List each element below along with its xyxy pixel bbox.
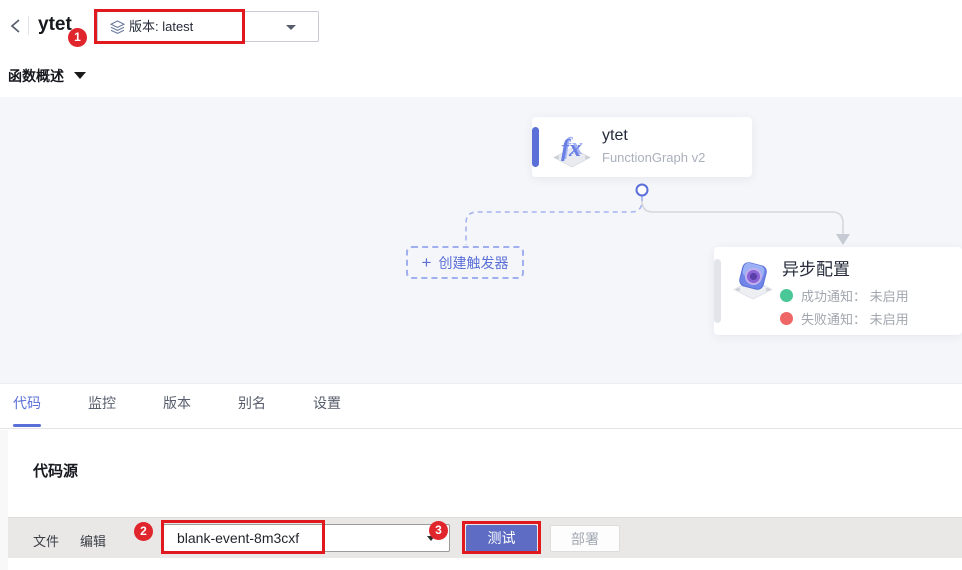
test-event-select[interactable]: blank-event-8m3cxf: [163, 524, 450, 552]
functiongraph-console: ytet 版本: latest 函数概述 fx fx ytet Function…: [0, 0, 962, 570]
code-panel: 代码源 文件 编辑 blank-event-8m3cxf 测试 部署: [8, 430, 962, 570]
version-dropdown[interactable]: 版本: latest: [97, 11, 319, 42]
function-card[interactable]: fx fx ytet FunctionGraph v2: [532, 117, 752, 177]
overview-row: 函数概述: [0, 52, 962, 97]
async-config-icon: [730, 255, 776, 306]
async-card-accent: [714, 259, 721, 323]
version-layers-icon: [109, 20, 126, 40]
functiongraph-fx-icon: fx fx: [550, 125, 594, 174]
version-label: 版本: latest: [129, 19, 194, 34]
flow-canvas: fx fx ytet FunctionGraph v2 + 创建触发器 异步配置…: [0, 97, 962, 383]
connector-node: [635, 183, 649, 197]
red-dot-icon: [780, 312, 793, 325]
tab-versions[interactable]: 版本: [163, 393, 191, 413]
async-card-title: 异步配置: [782, 260, 850, 279]
svg-text:fx: fx: [561, 136, 581, 162]
tab-code[interactable]: 代码: [13, 393, 41, 427]
chevron-down-icon: [286, 25, 296, 30]
fail-notify-status: 失败通知： 未启用: [780, 309, 909, 328]
code-source-heading: 代码源: [33, 463, 79, 480]
triangle-down-icon[interactable]: [74, 72, 86, 79]
function-card-accent: [532, 127, 539, 167]
plus-icon: +: [421, 253, 432, 272]
chevron-left-icon: [10, 19, 20, 33]
create-trigger-label: 创建触发器: [438, 254, 509, 271]
divider: [28, 16, 29, 35]
menu-file[interactable]: 文件: [33, 531, 59, 550]
caret-down-icon: [427, 536, 435, 541]
arrow-down-icon: [836, 234, 850, 245]
tab-settings[interactable]: 设置: [313, 393, 341, 413]
tab-bar: 代码 监控 版本 别名 设置: [0, 383, 962, 429]
fail-notify-label: 失败通知： 未启用: [801, 312, 909, 327]
menu-edit[interactable]: 编辑: [80, 531, 106, 550]
back-button[interactable]: [8, 16, 24, 36]
function-card-subtitle: FunctionGraph v2: [602, 150, 706, 165]
async-config-card[interactable]: 异步配置 成功通知： 未启用 失败通知： 未启用: [714, 247, 962, 335]
flow-connectors: [465, 183, 850, 245]
success-notify-label: 成功通知： 未启用: [801, 289, 909, 304]
function-title: ytet: [38, 14, 72, 35]
create-trigger-button[interactable]: + 创建触发器: [406, 246, 524, 279]
editor-toolbar: 文件 编辑 blank-event-8m3cxf 测试 部署: [8, 517, 962, 558]
overview-toggle[interactable]: 函数概述: [8, 66, 64, 86]
success-notify-status: 成功通知： 未启用: [780, 286, 909, 305]
deploy-button[interactable]: 部署: [550, 525, 620, 552]
tab-aliases[interactable]: 别名: [238, 393, 266, 413]
header: ytet 版本: latest: [0, 0, 962, 52]
green-dot-icon: [780, 289, 793, 302]
function-card-title: ytet: [602, 127, 628, 144]
test-event-value: blank-event-8m3cxf: [177, 530, 300, 546]
tab-monitoring[interactable]: 监控: [88, 393, 116, 413]
test-button[interactable]: 测试: [466, 525, 537, 552]
